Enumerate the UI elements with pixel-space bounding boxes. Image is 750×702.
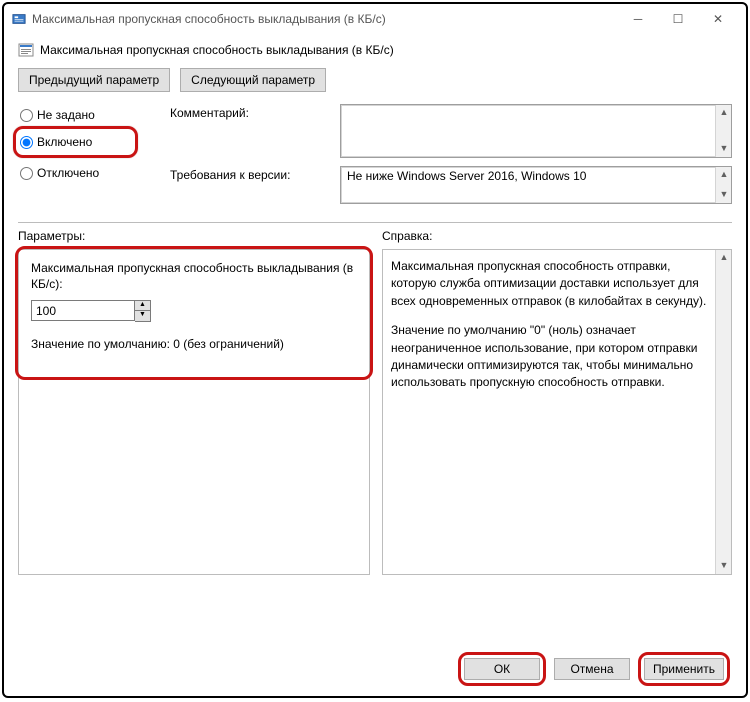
apply-button[interactable]: Применить: [644, 658, 724, 680]
ok-button[interactable]: ОК: [464, 658, 540, 680]
nav-buttons: Предыдущий параметр Следующий параметр: [18, 68, 732, 92]
radio-not-configured[interactable]: Не задано: [18, 104, 138, 126]
maximize-button[interactable]: ☐: [658, 5, 698, 33]
scrollbar[interactable]: ▲ ▼: [715, 250, 731, 574]
scroll-up-icon[interactable]: ▲: [716, 250, 732, 266]
highlight-apply: Применить: [638, 652, 730, 686]
highlight-enabled: Включено: [13, 126, 138, 158]
policy-header: Максимальная пропускная способность выкл…: [18, 42, 732, 58]
scroll-down-icon[interactable]: ▼: [716, 141, 732, 157]
policy-icon: [18, 42, 34, 58]
spin-down-button[interactable]: ▼: [135, 311, 150, 321]
requirements-text: Не ниже Windows Server 2016, Windows 10: [347, 169, 586, 183]
radio-label: Включено: [37, 135, 92, 149]
radio-enabled-input[interactable]: [20, 136, 33, 149]
window-frame: Максимальная пропускная способность выкл…: [2, 2, 748, 698]
radio-enabled[interactable]: Включено: [18, 131, 129, 153]
minimize-button[interactable]: ─: [618, 5, 658, 33]
content-area: Максимальная пропускная способность выкл…: [4, 34, 746, 583]
scrollbar[interactable]: ▲ ▼: [715, 167, 731, 203]
spin-buttons: ▲ ▼: [135, 300, 151, 322]
spin-control: ▲ ▼: [31, 300, 357, 322]
app-icon: [12, 12, 26, 26]
cancel-button[interactable]: Отмена: [554, 658, 630, 680]
requirements-value: Не ниже Windows Server 2016, Windows 10 …: [340, 166, 732, 204]
next-setting-button[interactable]: Следующий параметр: [180, 68, 326, 92]
help-column: Справка: Максимальная пропускная способн…: [382, 229, 732, 575]
requirements-row: Требования к версии: Не ниже Windows Ser…: [170, 166, 732, 204]
bandwidth-input[interactable]: [31, 300, 135, 321]
params-column: Параметры: Максимальная пропускная спосо…: [18, 229, 370, 575]
help-p1: Максимальная пропускная способность отпр…: [391, 258, 709, 310]
comment-label: Комментарий:: [170, 104, 340, 120]
help-p2: Значение по умолчанию "0" (ноль) означае…: [391, 322, 709, 392]
radio-not-configured-input[interactable]: [20, 109, 33, 122]
params-box: Максимальная пропускная способность выкл…: [18, 249, 370, 575]
spin-up-button[interactable]: ▲: [135, 301, 150, 311]
separator: [18, 222, 732, 223]
footer-buttons: ОК Отмена Применить: [458, 652, 730, 686]
radio-label: Не задано: [37, 108, 95, 122]
help-label: Справка:: [382, 229, 732, 243]
scroll-down-icon[interactable]: ▼: [716, 187, 732, 203]
requirements-label: Требования к версии:: [170, 166, 340, 182]
params-label: Параметры:: [18, 229, 370, 243]
param-default: Значение по умолчанию: 0 (без ограничени…: [31, 336, 357, 352]
prev-setting-button[interactable]: Предыдущий параметр: [18, 68, 170, 92]
comment-input[interactable]: ▲ ▼: [340, 104, 732, 158]
help-box: Максимальная пропускная способность отпр…: [382, 249, 732, 575]
scroll-down-icon[interactable]: ▼: [716, 558, 732, 574]
right-fields: Комментарий: ▲ ▼ Требования к версии: Не…: [170, 104, 732, 204]
radio-disabled[interactable]: Отключено: [18, 162, 138, 184]
policy-title: Максимальная пропускная способность выкл…: [40, 43, 394, 57]
state-radios: Не задано Включено Отключено: [18, 104, 138, 184]
scroll-up-icon[interactable]: ▲: [716, 105, 732, 121]
scrollbar[interactable]: ▲ ▼: [715, 105, 731, 157]
window-title: Максимальная пропускная способность выкл…: [32, 12, 618, 26]
param-name: Максимальная пропускная способность выкл…: [31, 260, 357, 292]
titlebar: Максимальная пропускная способность выкл…: [4, 4, 746, 34]
radio-label: Отключено: [37, 166, 99, 180]
close-button[interactable]: ✕: [698, 5, 738, 33]
comment-row: Комментарий: ▲ ▼: [170, 104, 732, 158]
radio-disabled-input[interactable]: [20, 167, 33, 180]
highlight-ok: ОК: [458, 652, 546, 686]
columns: Параметры: Максимальная пропускная спосо…: [18, 229, 732, 575]
scroll-up-icon[interactable]: ▲: [716, 167, 732, 183]
